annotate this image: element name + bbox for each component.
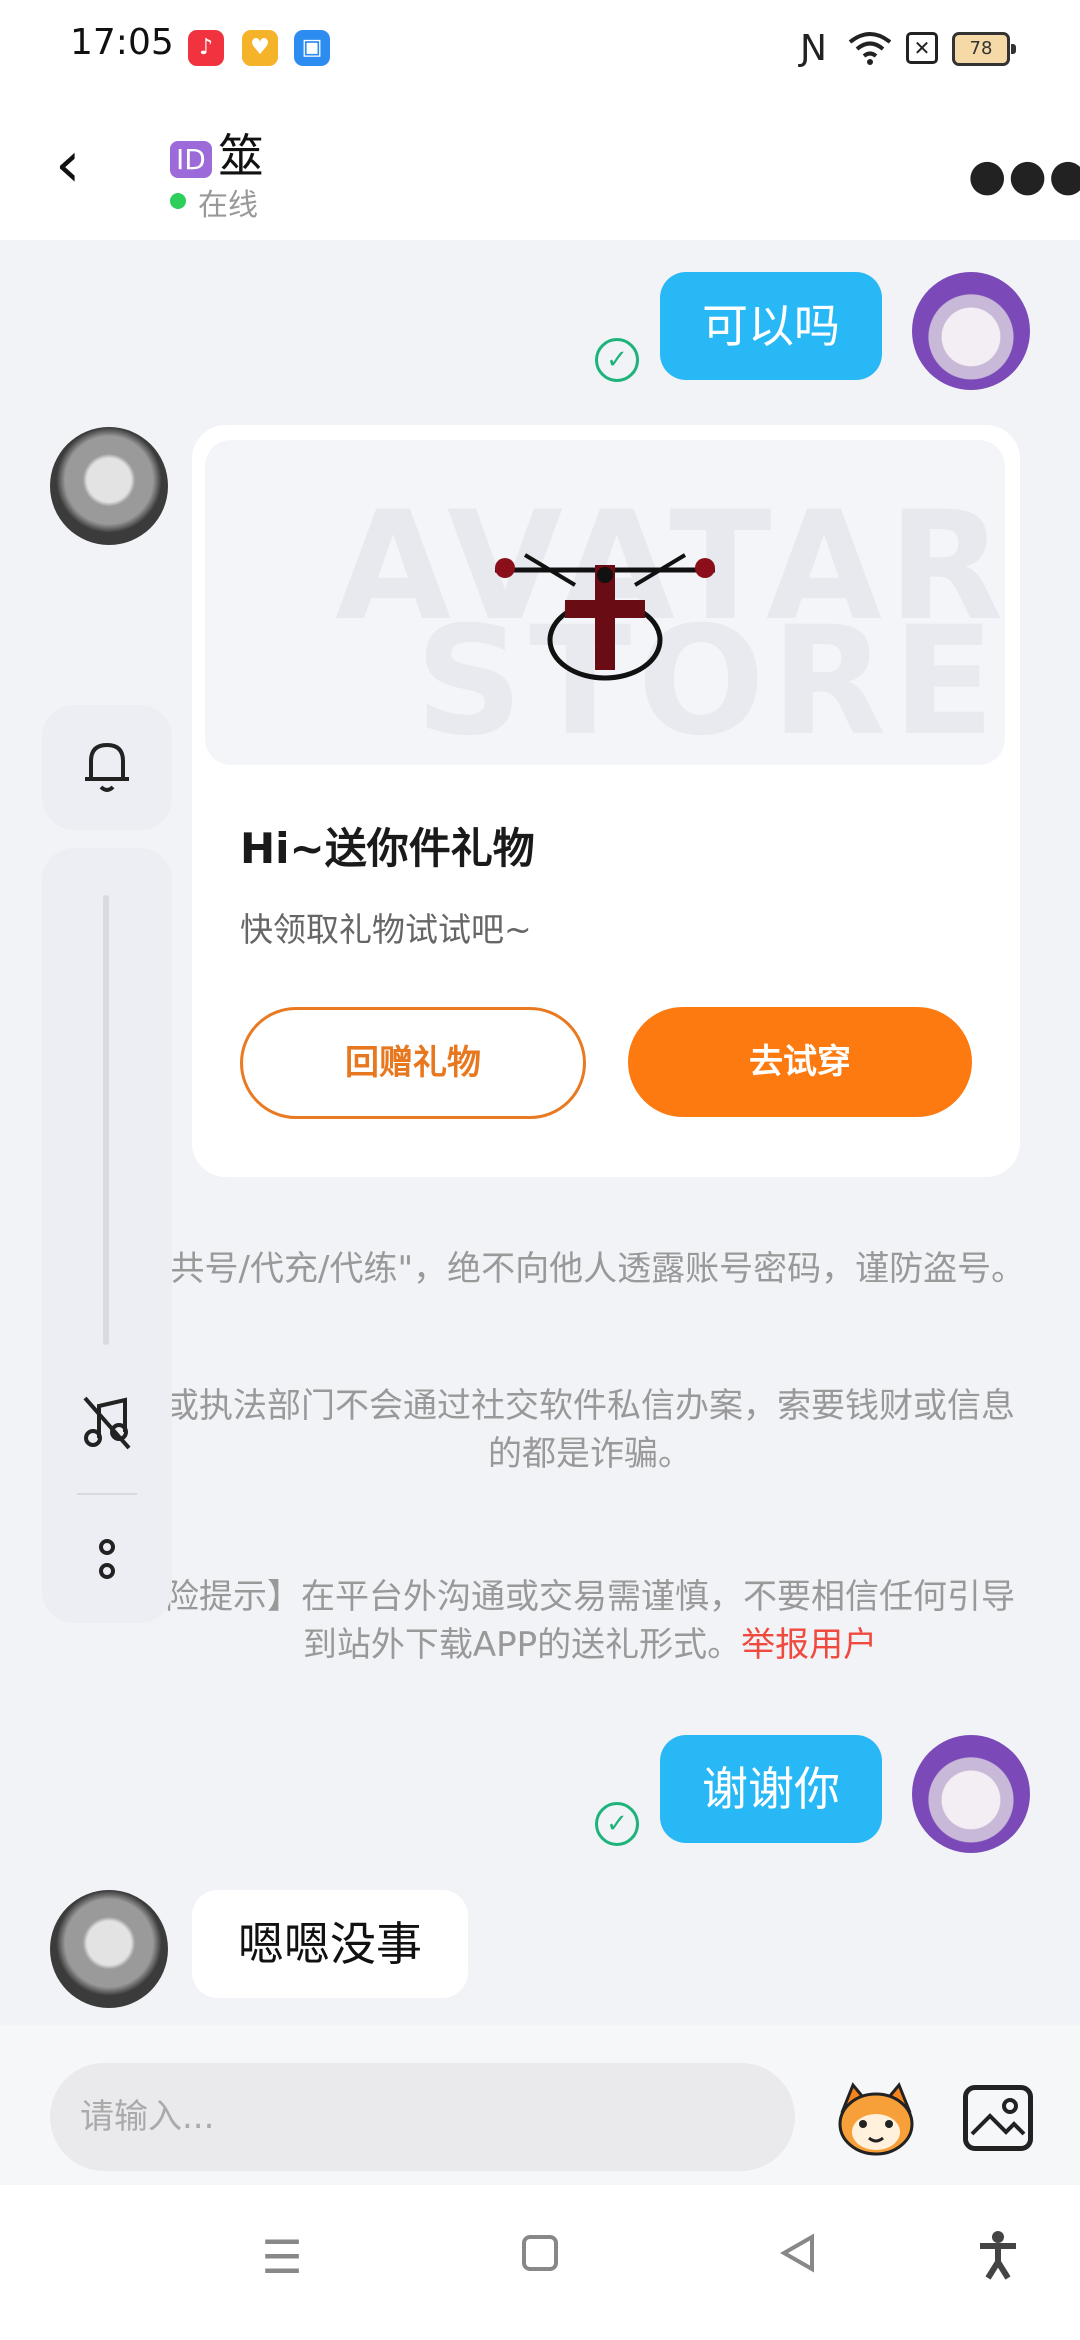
message-bubble-me[interactable]: 可以吗 <box>660 272 882 380</box>
contact-avatar[interactable] <box>50 1890 168 2008</box>
blue-app-icon: ▣ <box>294 30 330 66</box>
status-time: 17:05 <box>70 22 174 63</box>
online-dot <box>170 193 186 209</box>
wifi-icon <box>848 32 892 65</box>
report-user-link[interactable]: 举报用户 <box>741 1625 877 1665</box>
menu-icon[interactable]: ☰ <box>242 2230 322 2284</box>
id-badge: ID <box>170 141 212 178</box>
more-dots-icon[interactable]: ●●● <box>968 150 1080 201</box>
warning-text-3-body: 险提示】在平台外沟通或交易需谨慎，不要相信任何引导到站外下载APP的送礼形式。 <box>165 1577 1015 1665</box>
bell-icon[interactable] <box>42 735 172 807</box>
warning-text-2: 或执法部门不会通过社交软件私信办案，索要钱财或信息的都是诈骗。 <box>165 1386 1015 1474</box>
gift-card-subtitle: 快领取礼物试试吧~ <box>240 910 532 949</box>
side-divider <box>77 1493 137 1495</box>
image-icon[interactable] <box>963 2085 1033 2151</box>
music-off-icon[interactable] <box>42 1392 172 1464</box>
message-input[interactable]: 请输入... <box>50 2063 795 2171</box>
accessibility-icon[interactable] <box>958 2230 1038 2291</box>
try-on-button[interactable]: 去试穿 <box>628 1007 972 1117</box>
music-app-icon: ♪ <box>188 30 224 66</box>
contact-name[interactable]: ID 筮 <box>170 120 264 186</box>
return-gift-button[interactable]: 回赠礼物 <box>240 1007 586 1119</box>
my-avatar[interactable] <box>912 1735 1030 1853</box>
back-icon[interactable] <box>758 2230 838 2284</box>
sent-check-icon: ✓ <box>595 1802 639 1846</box>
online-status: 在线 <box>198 188 258 223</box>
sim-off-icon: ✕ <box>906 32 938 64</box>
chevron-left-icon[interactable]: ‹ <box>55 133 105 197</box>
gift-card-title: Hi~送你件礼物 <box>240 824 535 873</box>
warning-text-1: "共号/代充/代练"，绝不向他人透露账号密码，谨防盗号。 <box>154 1249 1026 1289</box>
contact-name-text: 筮 <box>217 129 264 183</box>
side-scroll-track[interactable] <box>103 895 109 1345</box>
message-bubble-me[interactable]: 谢谢你 <box>660 1735 882 1843</box>
emoji-mascot-icon[interactable] <box>833 2080 919 2160</box>
heart-app-icon: ♥ <box>242 30 278 66</box>
nfc-icon: Ɲ <box>800 28 827 69</box>
gift-image[interactable]: AVATAR STORE <box>205 440 1005 765</box>
chat-header <box>0 95 1080 240</box>
gift-item-image <box>495 553 715 681</box>
message-bubble-them[interactable]: 嗯嗯没事 <box>192 1890 468 1998</box>
my-avatar[interactable] <box>912 272 1030 390</box>
contact-avatar[interactable] <box>50 427 168 545</box>
battery-icon: 78 <box>952 32 1016 66</box>
home-icon[interactable] <box>500 2230 580 2284</box>
sent-check-icon: ✓ <box>595 338 639 382</box>
more-vertical-icon[interactable] <box>42 1535 172 1597</box>
warning-text-3: 险提示】在平台外沟通或交易需谨慎，不要相信任何引导到站外下载APP的送礼形式。举… <box>150 1573 1030 1669</box>
